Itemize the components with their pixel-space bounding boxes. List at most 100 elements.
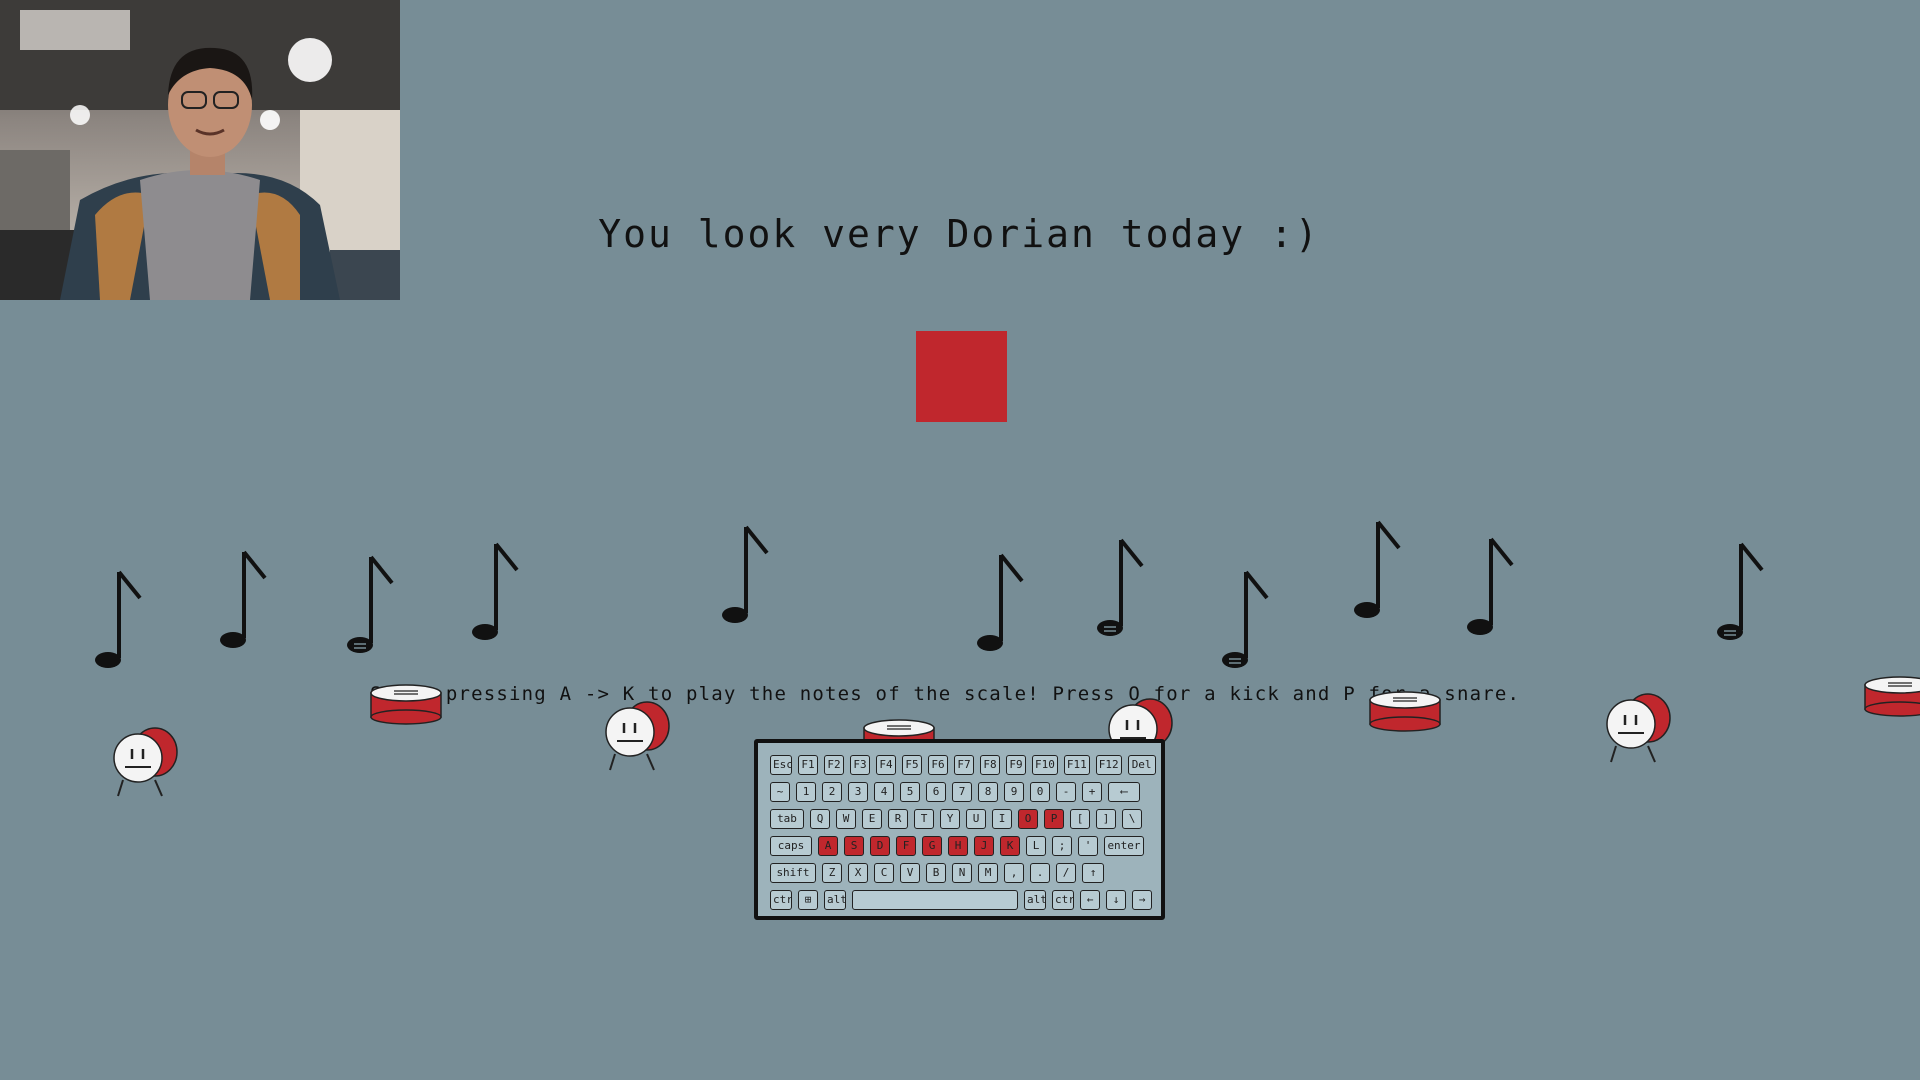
- key: tab: [770, 809, 804, 829]
- music-note-face-icon: [1097, 538, 1144, 636]
- mood-message-text: You look very Dorian today :): [598, 212, 1320, 256]
- snare-drum-icon: [1369, 691, 1441, 732]
- key: caps: [770, 836, 812, 856]
- key: +: [1082, 782, 1102, 802]
- instructions-text: Start pressing A -> K to play the notes …: [370, 683, 1521, 705]
- key: F: [896, 836, 916, 856]
- key: Del: [1127, 755, 1156, 775]
- key: .: [1030, 863, 1050, 883]
- music-note-icon: [977, 553, 1024, 651]
- key: -: [1056, 782, 1076, 802]
- keyboard-diagram: Esc F1 F2 F3 F4 F5 F6 F7 F8 F9 F10 F11 F12 Del ~1 2 3 4 5…: [754, 739, 1165, 920]
- key: N: [952, 863, 972, 883]
- key: 3: [848, 782, 868, 802]
- music-note-face-icon: [1222, 570, 1269, 668]
- snare-drum-icon: [1864, 676, 1920, 717]
- key: ⊞: [798, 890, 818, 910]
- key: /: [1056, 863, 1076, 883]
- key: \: [1122, 809, 1142, 829]
- key: B: [926, 863, 946, 883]
- key: W: [836, 809, 856, 829]
- key: 9: [1004, 782, 1024, 802]
- key: F6: [928, 755, 948, 775]
- key: A: [818, 836, 838, 856]
- note-indicator-square: [916, 331, 1007, 422]
- key: F12: [1095, 755, 1122, 775]
- kick-drum-character-icon: [605, 701, 670, 771]
- mood-message: You look very Dorian today :): [0, 212, 1920, 256]
- keyboard-row-home: caps A S D F G H J K L; ' enter: [770, 836, 1144, 856]
- key: Z: [822, 863, 842, 883]
- key: 2: [822, 782, 842, 802]
- key: ctrl: [770, 890, 792, 910]
- key: O: [1018, 809, 1038, 829]
- key: 5: [900, 782, 920, 802]
- music-note-face-icon: [1717, 542, 1764, 640]
- keyboard-row-numbers: ~1 2 3 4 5 6 7 8 9 0- + ⟵: [770, 782, 1140, 802]
- key: V: [900, 863, 920, 883]
- key: P: [1044, 809, 1064, 829]
- key: 6: [926, 782, 946, 802]
- key: 4: [874, 782, 894, 802]
- key: alt: [824, 890, 846, 910]
- key: D: [870, 836, 890, 856]
- key: I: [992, 809, 1012, 829]
- key: ↑: [1082, 863, 1104, 883]
- kick-drum-character-icon: [113, 727, 178, 797]
- music-note-icon: [722, 525, 769, 623]
- key: R: [888, 809, 908, 829]
- key: S: [844, 836, 864, 856]
- key: →: [1132, 890, 1152, 910]
- key: F11: [1063, 755, 1090, 775]
- music-note-icon: [472, 542, 519, 640]
- key: U: [966, 809, 986, 829]
- key: Q: [810, 809, 830, 829]
- key: F9: [1006, 755, 1026, 775]
- game-stage: You look very Dorian today :) Start pres…: [0, 0, 1920, 1080]
- keyboard-row-function: Esc F1 F2 F3 F4 F5 F6 F7 F8 F9 F10 F11 F12 Del: [770, 755, 1156, 775]
- key: ⟵: [1108, 782, 1140, 802]
- key: [: [1070, 809, 1090, 829]
- kick-drum-character-icon: [1606, 693, 1671, 763]
- key: Esc: [770, 755, 792, 775]
- keyboard-row-shift: shift Z X C V B N M,. / ↑: [770, 863, 1104, 883]
- key: F8: [980, 755, 1000, 775]
- key: E: [862, 809, 882, 829]
- key: ]: [1096, 809, 1116, 829]
- key: ←: [1080, 890, 1100, 910]
- keyboard-row-bottom: ctrl⊞altaltctrl←↓→: [770, 890, 1152, 910]
- key: ~: [770, 782, 790, 802]
- key: enter: [1104, 836, 1144, 856]
- key: ,: [1004, 863, 1024, 883]
- key: C: [874, 863, 894, 883]
- key: shift: [770, 863, 816, 883]
- key: G: [922, 836, 942, 856]
- music-note-icon: [1354, 520, 1401, 618]
- key: F7: [954, 755, 974, 775]
- snare-drum-icon: [370, 684, 442, 725]
- key: F3: [850, 755, 870, 775]
- key: ↓: [1106, 890, 1126, 910]
- key: F4: [876, 755, 896, 775]
- key: F1: [798, 755, 818, 775]
- key: ': [1078, 836, 1098, 856]
- key: F2: [824, 755, 844, 775]
- keyboard-row-qwerty: tab Q W E R T Y U I O P [] \: [770, 809, 1142, 829]
- key: X: [848, 863, 868, 883]
- key: 8: [978, 782, 998, 802]
- music-note-icon: [1467, 537, 1514, 635]
- key: 1: [796, 782, 816, 802]
- key-space: [852, 890, 1018, 910]
- key: M: [978, 863, 998, 883]
- key: H: [948, 836, 968, 856]
- music-note-face-icon: [347, 555, 394, 653]
- key: ctrl: [1052, 890, 1074, 910]
- key: 7: [952, 782, 972, 802]
- key: ;: [1052, 836, 1072, 856]
- key: L: [1026, 836, 1046, 856]
- music-note-icon: [95, 570, 142, 668]
- key: 0: [1030, 782, 1050, 802]
- key: F5: [902, 755, 922, 775]
- key: K: [1000, 836, 1020, 856]
- key: T: [914, 809, 934, 829]
